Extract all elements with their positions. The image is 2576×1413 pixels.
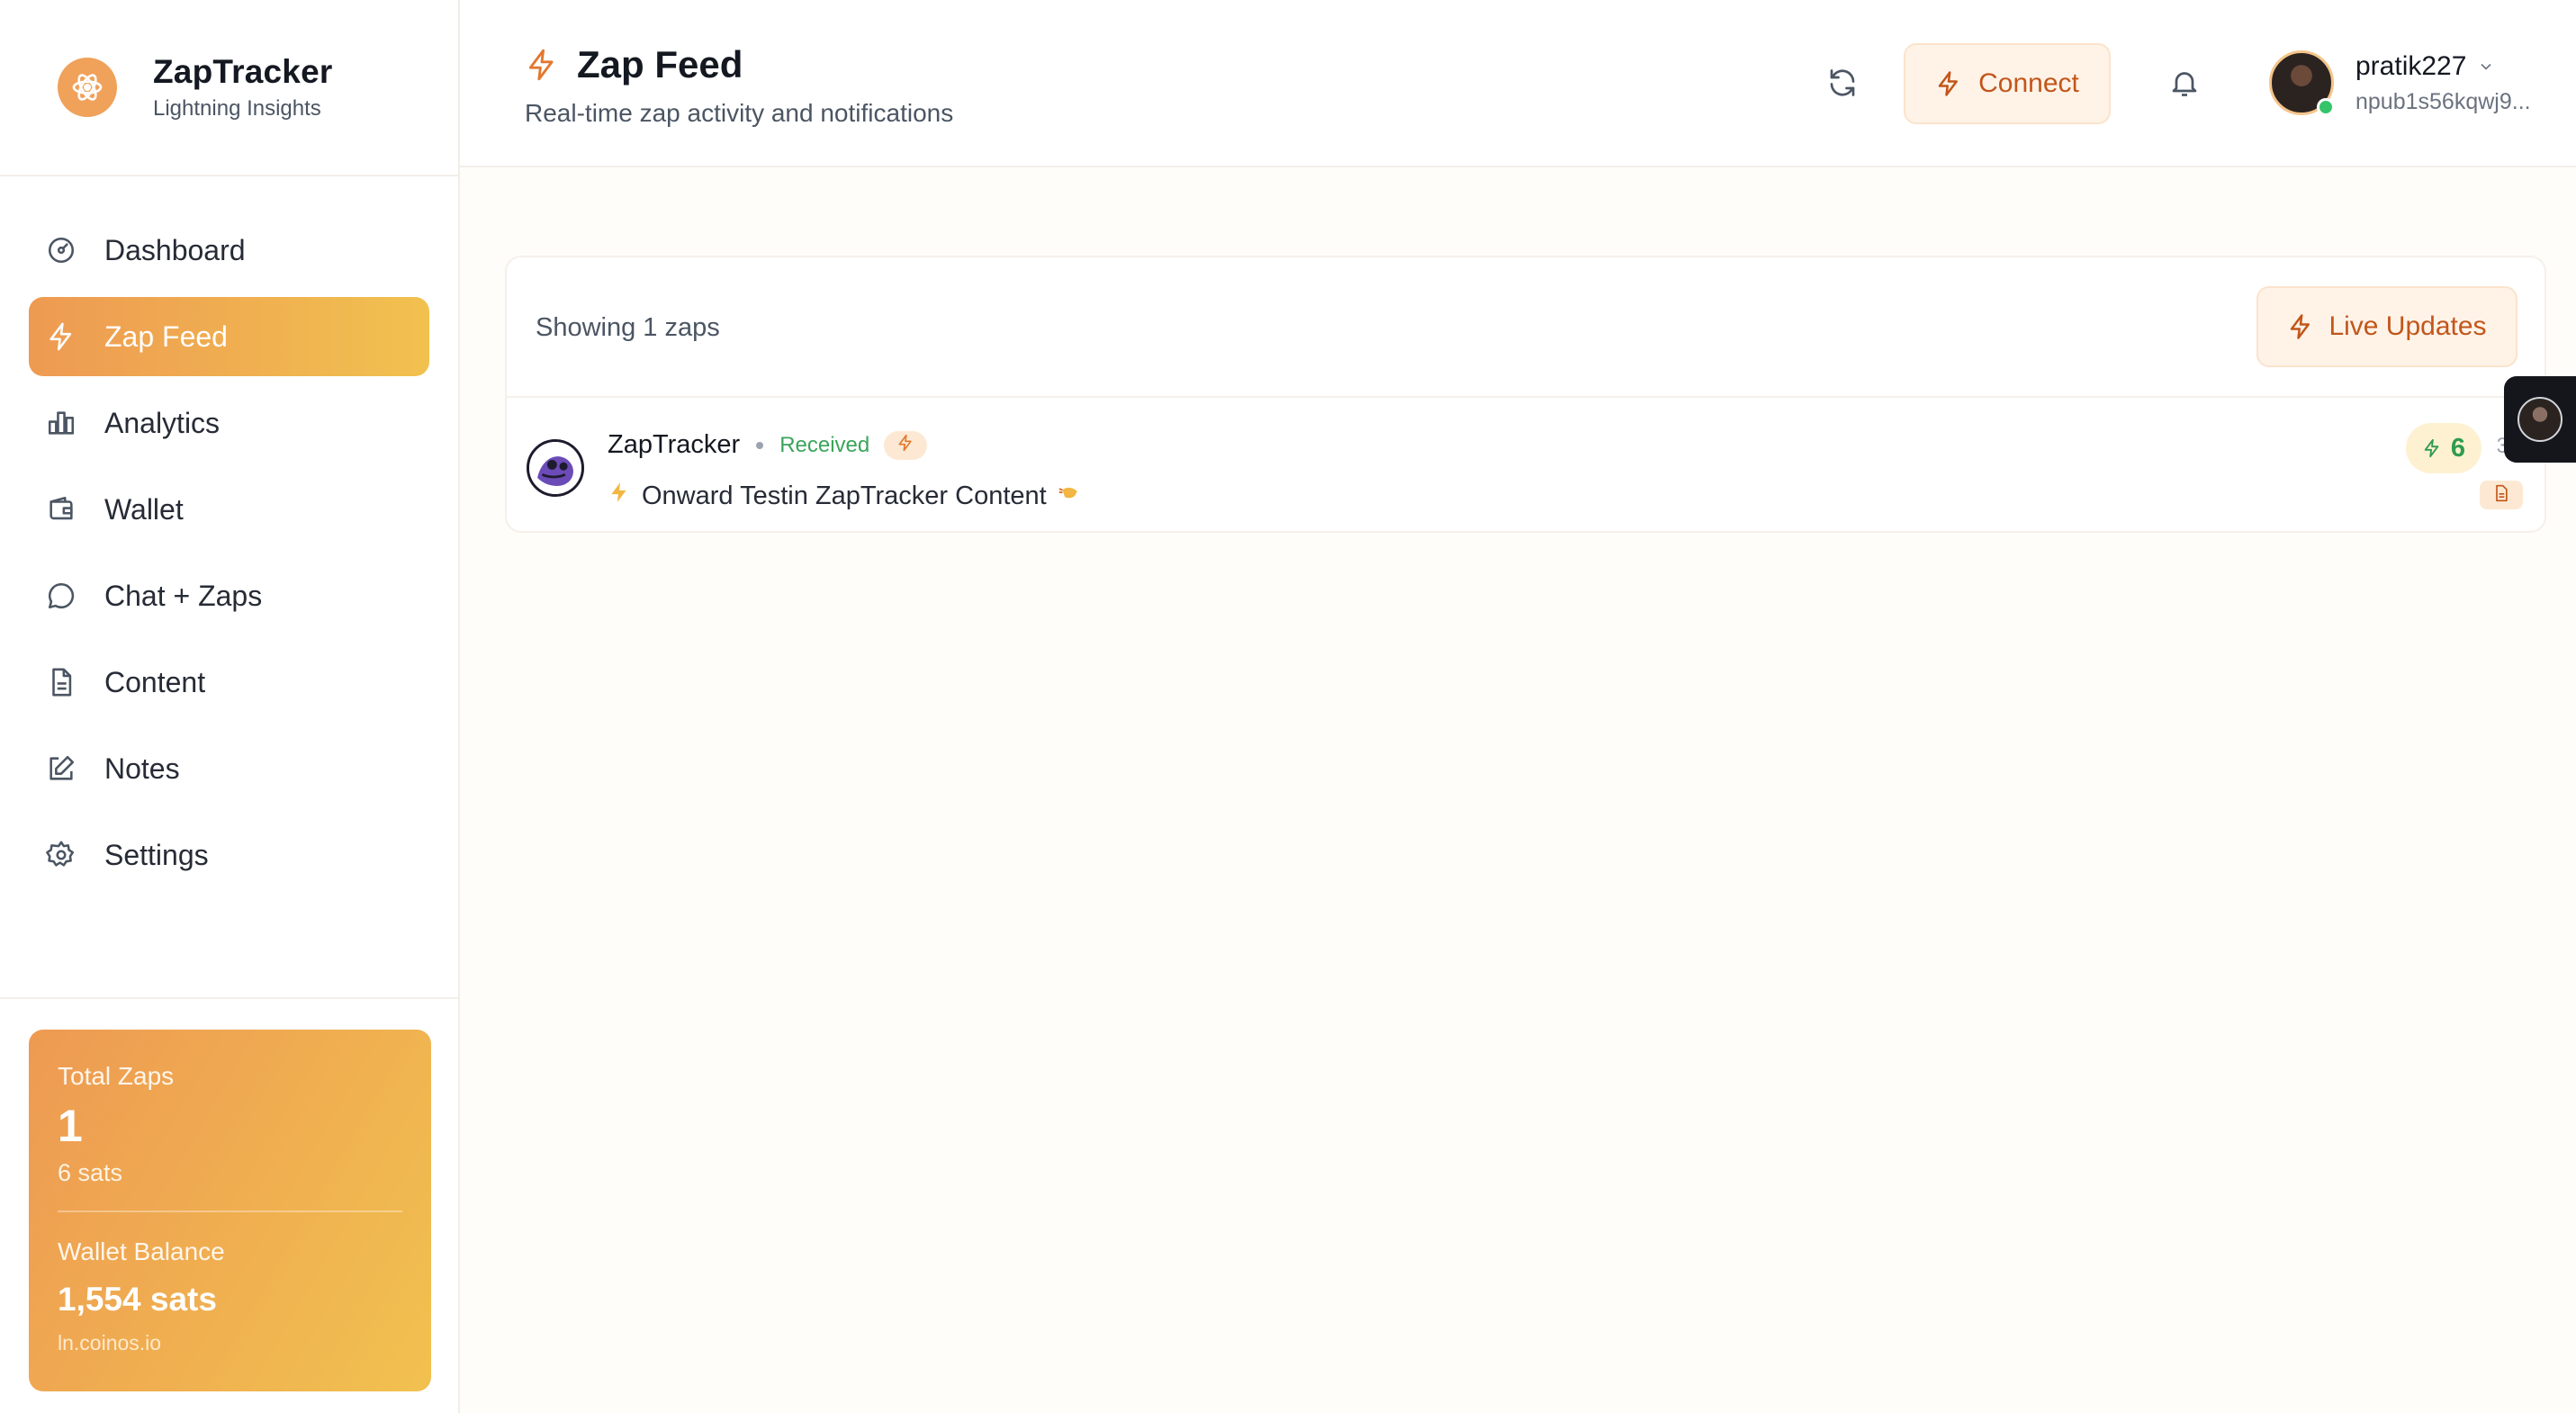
zap-content: Onward Testin ZapTracker Content: [608, 479, 1083, 513]
bolt-icon: [608, 481, 631, 511]
zap-type-badge: [884, 430, 928, 460]
sidebar-item-wallet[interactable]: Wallet: [29, 470, 429, 549]
total-zaps-sats: 6 sats: [58, 1159, 123, 1186]
top-bar: Zap Feed Real-time zap activity and noti…: [460, 0, 2576, 167]
stats-divider: [58, 1210, 402, 1212]
notifications-button[interactable]: [2163, 63, 2206, 106]
sidebar: ZapTracker Lightning Insights Dashboard …: [0, 0, 460, 1413]
sidebar-item-label: Notes: [104, 752, 180, 785]
user-menu[interactable]: pratik227 npub1s56kqwj9...: [2269, 50, 2531, 116]
edit-icon: [45, 752, 77, 785]
sidebar-item-label: Content: [104, 665, 206, 698]
gear-icon: [45, 839, 77, 871]
showing-count: Showing 1 zaps: [536, 313, 720, 342]
zap-amount-value: 6: [2450, 433, 2465, 463]
online-status-dot: [2317, 98, 2335, 116]
brand[interactable]: ZapTracker Lightning Insights: [0, 0, 458, 176]
wallet-balance-value: 1,554 sats: [58, 1281, 217, 1318]
zap-content-text: Onward Testin ZapTracker Content: [642, 481, 1047, 510]
refresh-icon: [1826, 67, 1859, 104]
wave-icon: [1056, 479, 1083, 513]
sidebar-item-notes[interactable]: Notes: [29, 729, 429, 808]
bolt-icon: [45, 320, 77, 353]
sidebar-item-zap-feed[interactable]: Zap Feed: [29, 297, 429, 376]
zap-status: Received: [779, 432, 870, 457]
sidebar-item-label: Analytics: [104, 406, 221, 439]
zap-meta: ZapTracker Received: [608, 430, 928, 460]
sidebar-item-content[interactable]: Content: [29, 643, 429, 722]
wallet-balance-label: Wallet Balance: [58, 1238, 225, 1265]
wallet-icon: [45, 493, 77, 526]
sidebar-item-label: Settings: [104, 838, 209, 871]
gauge-icon: [45, 234, 77, 266]
document-icon: [45, 666, 77, 698]
sidebar-item-label: Dashboard: [104, 233, 246, 266]
zap-sender-name[interactable]: ZapTracker: [608, 430, 740, 460]
sidebar-item-label: Zap Feed: [104, 320, 228, 353]
bell-icon: [2168, 67, 2201, 104]
zap-list-item[interactable]: ZapTracker Received Onward Testin ZapTra…: [507, 398, 2544, 533]
total-zaps-value: 1: [58, 1101, 83, 1151]
main-content: Zap Feed Real-time zap activity and noti…: [460, 0, 2576, 1413]
page-title: Zap Feed: [525, 43, 953, 86]
bolt-icon: [525, 48, 559, 82]
brand-subtitle: Lightning Insights: [153, 96, 321, 121]
sidebar-footer: Total Zaps 1 6 sats Wallet Balance 1,554…: [0, 997, 458, 1391]
chat-icon: [45, 580, 77, 612]
sidebar-item-chat-zaps[interactable]: Chat + Zaps: [29, 556, 429, 635]
atom-icon: [58, 58, 117, 117]
bolt-icon: [896, 434, 914, 456]
user-npub: npub1s56kqwj9...: [2355, 88, 2531, 114]
bolt-icon: [2422, 438, 2442, 458]
view-content-button[interactable]: [2480, 481, 2523, 509]
refresh-button[interactable]: [1821, 63, 1864, 106]
zap-feed-card: Showing 1 zaps Live Updates ZapTracker R…: [505, 256, 2546, 533]
sidebar-item-label: Chat + Zaps: [104, 579, 263, 612]
total-zaps-label: Total Zaps: [58, 1062, 175, 1090]
chevron-down-icon: [2477, 58, 2495, 76]
document-icon: [2492, 484, 2510, 507]
stats-card: Total Zaps 1 6 sats Wallet Balance 1,554…: [29, 1030, 431, 1391]
brand-title: ZapTracker: [153, 53, 333, 90]
feed-header: Showing 1 zaps Live Updates: [507, 257, 2544, 398]
page-title-text: Zap Feed: [577, 43, 743, 86]
sidebar-nav: Dashboard Zap Feed Analytics Wallet Chat…: [0, 176, 458, 895]
avatar: [527, 439, 584, 497]
sidebar-item-settings[interactable]: Settings: [29, 815, 429, 895]
live-updates-label: Live Updates: [2328, 311, 2487, 341]
wallet-host: ln.coinos.io: [58, 1331, 162, 1354]
bolt-icon: [2287, 313, 2314, 340]
sidebar-item-analytics[interactable]: Analytics: [29, 383, 429, 463]
floating-profile-tab[interactable]: [2504, 376, 2576, 463]
app-root: ZapTracker Lightning Insights Dashboard …: [0, 0, 2576, 1413]
connect-button[interactable]: Connect: [1904, 43, 2111, 124]
user-name-row: pratik227: [2355, 51, 2531, 82]
connect-label: Connect: [1978, 68, 2079, 98]
zap-amount: 6: [2405, 423, 2481, 473]
page-subtitle: Real-time zap activity and notifications: [525, 99, 954, 127]
bar-chart-icon: [45, 407, 77, 439]
bolt-icon: [1935, 70, 1962, 97]
live-updates-button[interactable]: Live Updates: [2256, 286, 2517, 367]
avatar: [2517, 397, 2562, 442]
sidebar-item-dashboard[interactable]: Dashboard: [29, 211, 429, 290]
sidebar-item-label: Wallet: [104, 492, 184, 526]
user-name: pratik227: [2355, 50, 2467, 81]
avatar: [2269, 50, 2335, 116]
separator-dot: [756, 441, 764, 449]
